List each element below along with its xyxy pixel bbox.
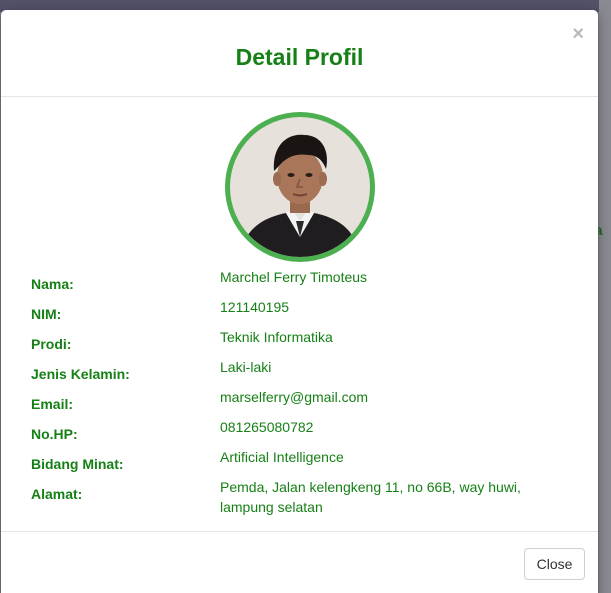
value-email: marselferry@gmail.com [220, 389, 369, 405]
modal-title: Detail Profil [235, 44, 364, 70]
close-icon[interactable]: × [572, 24, 584, 44]
profile-photo-icon [230, 117, 370, 257]
profile-modal: Detail Profil × Nama: Marchel Ferry Timo… [1, 10, 598, 593]
avatar [230, 117, 370, 257]
value-nama: Marchel Ferry Timoteus [220, 269, 368, 285]
modal-header: Detail Profil × [1, 10, 598, 97]
label-jenis-kelamin: Jenis Kelamin: [31, 366, 130, 382]
label-no-hp: No.HP: [31, 426, 78, 442]
value-no-hp: 081265080782 [220, 419, 314, 435]
close-button[interactable]: Close [524, 548, 585, 580]
label-email: Email: [31, 396, 74, 412]
page-backdrop-right [599, 0, 611, 593]
value-prodi: Teknik Informatika [220, 329, 333, 345]
modal-footer: Close [1, 531, 598, 593]
label-nim: NIM: [31, 306, 62, 322]
label-bidang-minat: Bidang Minat: [31, 456, 124, 472]
value-bidang-minat: Artificial Intelligence [220, 449, 344, 465]
background-peek-text: ea [597, 222, 603, 238]
value-nim: 121140195 [220, 299, 290, 315]
value-alamat: Pemda, Jalan kelengkeng 11, no 66B, way … [220, 479, 521, 515]
label-prodi: Prodi: [31, 336, 72, 352]
value-jenis-kelamin: Laki-laki [220, 359, 272, 375]
label-alamat: Alamat: [31, 486, 83, 502]
label-nama: Nama: [31, 276, 74, 292]
avatar-ring [225, 112, 375, 262]
